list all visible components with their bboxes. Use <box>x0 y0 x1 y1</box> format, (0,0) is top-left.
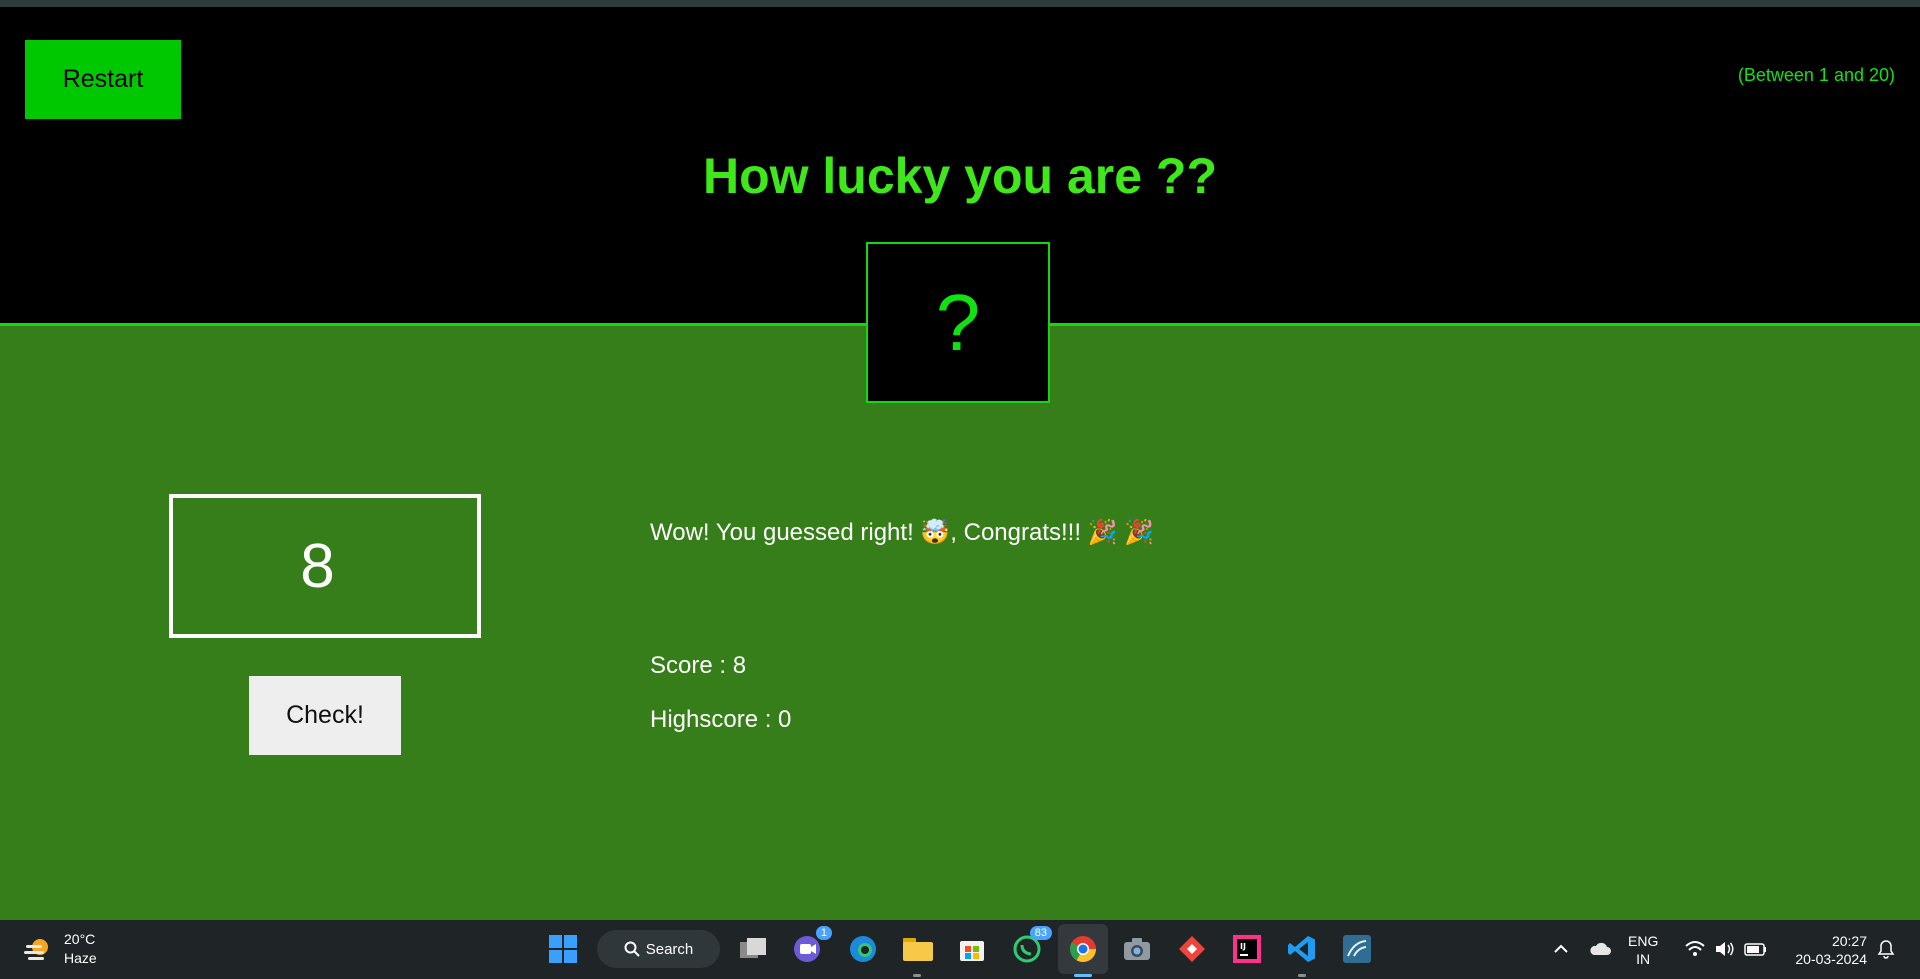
chevron-up-icon[interactable] <box>1546 932 1576 966</box>
clock-date: 20-03-2024 <box>1795 951 1867 967</box>
battery-icon[interactable] <box>1742 932 1770 966</box>
result-message: Wow! You guessed right! 🤯, Congrats!!! 🎉… <box>650 519 1155 546</box>
haze-weather-icon <box>24 939 48 960</box>
secret-number-box: ? <box>866 242 1050 403</box>
taskbar-search-button[interactable]: Search <box>597 930 720 968</box>
check-button[interactable]: Check! <box>249 676 401 755</box>
taskbar: 20°C Haze Search 1 83 IJ ENG IN 20:27 20… <box>0 920 1920 979</box>
weather-temperature: 20°C <box>64 931 96 947</box>
highscore-label: Highscore : 0 <box>650 706 792 733</box>
whatsapp-badge: 83 <box>1029 926 1052 940</box>
file-explorer-icon[interactable] <box>901 932 935 966</box>
vscode-running-indicator <box>1298 974 1306 977</box>
windows-start-icon[interactable] <box>546 932 580 966</box>
notification-bell-icon[interactable] <box>1872 932 1900 966</box>
edge-browser-icon[interactable] <box>846 932 880 966</box>
anydesk-icon[interactable] <box>1175 932 1209 966</box>
chrome-running-indicator <box>1074 974 1092 977</box>
task-view-icon[interactable] <box>736 932 770 966</box>
range-hint: (Between 1 and 20) <box>1737 65 1895 85</box>
mysql-workbench-icon[interactable] <box>1340 932 1374 966</box>
intellij-idea-icon[interactable]: IJ <box>1230 932 1264 966</box>
teams-badge: 1 <box>815 926 832 940</box>
teams-icon[interactable]: 1 <box>790 926 832 966</box>
weather-widget[interactable]: 20°C Haze <box>22 930 97 968</box>
page-title: How lucky you are ?? <box>702 148 1217 204</box>
wifi-icon[interactable] <box>1682 932 1708 966</box>
search-icon <box>624 941 640 957</box>
language-primary: ENG <box>1628 933 1659 949</box>
chrome-browser-icon[interactable] <box>1066 932 1100 966</box>
language-indicator[interactable]: ENG IN <box>1628 932 1658 968</box>
search-label: Search <box>645 940 694 958</box>
clock[interactable]: 20:27 20-03-2024 <box>1783 932 1867 968</box>
window-top-strip <box>0 0 1920 7</box>
clock-time: 20:27 <box>1831 933 1867 949</box>
volume-icon[interactable] <box>1712 932 1738 966</box>
language-secondary: IN <box>1636 951 1651 967</box>
camera-icon[interactable] <box>1120 932 1154 966</box>
weather-description: Haze <box>64 950 97 966</box>
microsoft-store-icon[interactable] <box>955 932 989 966</box>
vscode-icon[interactable] <box>1285 932 1319 966</box>
restart-button[interactable]: Restart <box>25 40 181 119</box>
explorer-running-indicator <box>913 974 921 977</box>
score-label: Score : 8 <box>650 652 747 679</box>
svg-text:IJ: IJ <box>1240 942 1246 951</box>
guess-input[interactable] <box>169 494 481 638</box>
whatsapp-icon[interactable]: 83 <box>1010 926 1052 966</box>
onedrive-cloud-icon[interactable] <box>1585 932 1615 966</box>
